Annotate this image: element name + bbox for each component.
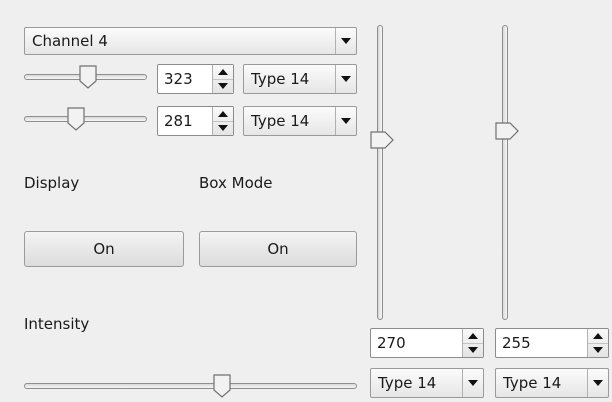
row1-spinbox-value[interactable]: 323 — [158, 65, 212, 93]
arrow-down-icon[interactable] — [588, 342, 608, 358]
vertical-left-type-select-value: Type 14 — [378, 374, 437, 392]
vertical-slider-right-handle[interactable] — [495, 121, 519, 145]
chevron-down-icon — [587, 369, 608, 397]
intensity-slider[interactable] — [24, 373, 357, 399]
row1-type-select[interactable]: Type 14 — [243, 64, 357, 94]
row1-type-select-value: Type 14 — [251, 70, 310, 88]
vertical-slider-right-groove — [502, 25, 508, 320]
row2-spinbox[interactable]: 281 — [157, 106, 234, 136]
chevron-down-icon — [335, 28, 356, 54]
row2-type-select-value: Type 14 — [251, 112, 310, 130]
chevron-down-icon — [335, 107, 356, 135]
vertical-slider-left-groove — [377, 25, 383, 320]
row1-slider[interactable] — [24, 64, 147, 90]
row1-slider-handle[interactable] — [78, 65, 98, 93]
vertical-slider-left-handle[interactable] — [370, 130, 394, 154]
row2-spinbox-value[interactable]: 281 — [158, 107, 212, 135]
arrow-up-icon[interactable] — [463, 329, 483, 343]
display-on-button[interactable]: On — [24, 231, 184, 267]
arrow-down-icon[interactable] — [463, 342, 483, 358]
arrow-up-icon[interactable] — [588, 329, 608, 343]
vertical-left-spinbox-value[interactable]: 270 — [371, 329, 462, 357]
vertical-left-type-select[interactable]: Type 14 — [370, 368, 484, 398]
box-mode-on-button[interactable]: On — [199, 231, 357, 267]
row2-type-select[interactable]: Type 14 — [243, 106, 357, 136]
display-label: Display — [24, 174, 80, 192]
vertical-right-type-select[interactable]: Type 14 — [495, 368, 609, 398]
channel-select[interactable]: Channel 4 — [24, 27, 357, 55]
row2-slider[interactable] — [24, 106, 147, 132]
arrow-down-icon[interactable] — [213, 120, 233, 136]
intensity-label: Intensity — [24, 315, 90, 333]
vertical-slider-right[interactable] — [495, 25, 519, 320]
vertical-right-spinbox[interactable]: 255 — [495, 328, 609, 358]
arrow-up-icon[interactable] — [213, 107, 233, 121]
chevron-down-icon — [462, 369, 483, 397]
row1-spinbox[interactable]: 323 — [157, 64, 234, 94]
chevron-down-icon — [335, 65, 356, 93]
box-mode-label: Box Mode — [199, 174, 273, 192]
arrow-up-icon[interactable] — [213, 65, 233, 79]
channel-select-value: Channel 4 — [32, 32, 108, 50]
vertical-slider-left[interactable] — [370, 25, 394, 320]
vertical-right-spinbox-value[interactable]: 255 — [496, 329, 587, 357]
vertical-left-spinbox[interactable]: 270 — [370, 328, 484, 358]
intensity-slider-handle[interactable] — [212, 374, 232, 402]
row2-slider-handle[interactable] — [66, 107, 86, 135]
vertical-right-type-select-value: Type 14 — [503, 374, 562, 392]
intensity-slider-groove — [24, 383, 357, 389]
arrow-down-icon[interactable] — [213, 78, 233, 94]
